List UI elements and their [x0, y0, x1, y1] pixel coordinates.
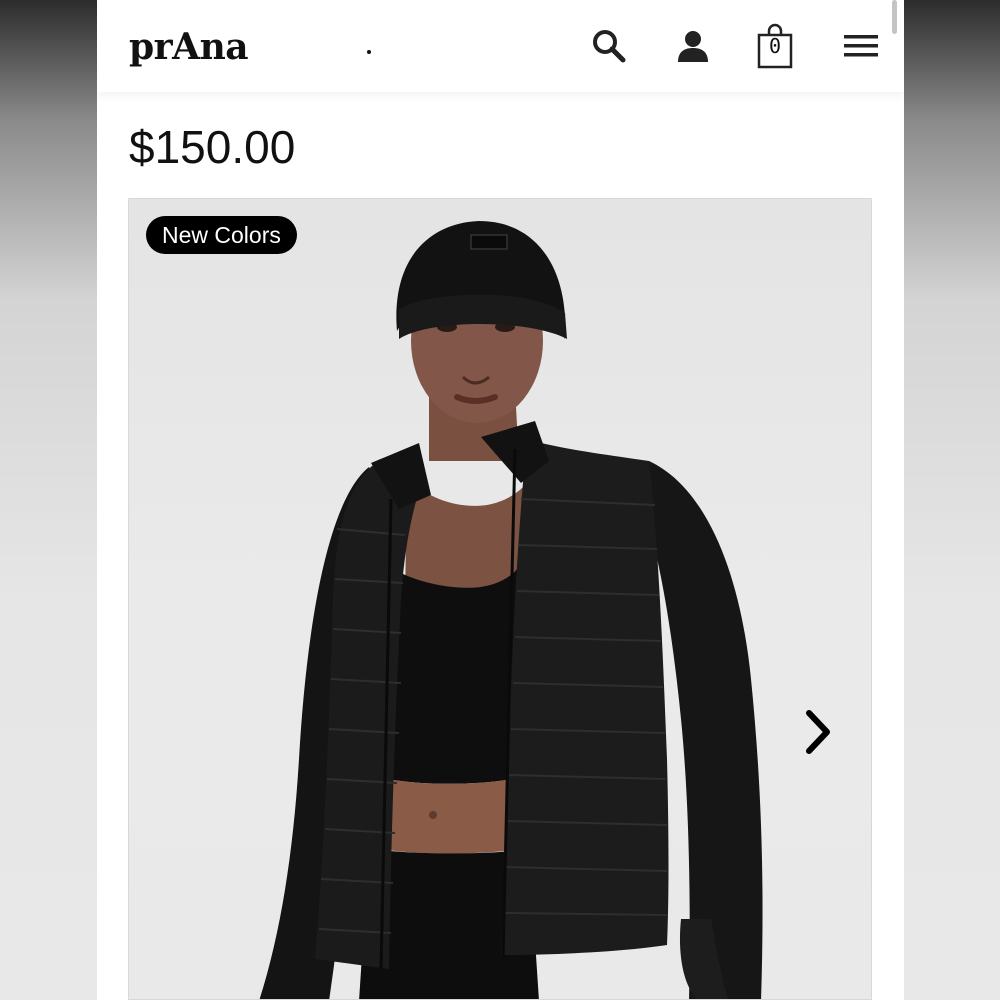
account-icon — [678, 31, 708, 62]
menu-icon — [844, 35, 878, 57]
new-colors-badge: New Colors — [146, 216, 297, 254]
product-page: prAna 0 $150.00 New Colors — [97, 0, 904, 1000]
site-header: prAna 0 — [97, 0, 904, 92]
search-icon — [593, 30, 626, 63]
product-price: $150.00 — [129, 121, 296, 173]
scrollbar-thumb[interactable] — [892, 0, 897, 34]
product-image[interactable]: New Colors — [128, 198, 872, 1000]
logo-registered-dot — [367, 50, 371, 54]
account-button[interactable] — [671, 22, 715, 70]
brand-logo[interactable]: prAna — [129, 26, 249, 68]
cart-button[interactable]: 0 — [753, 22, 797, 70]
chevron-right-icon[interactable] — [801, 707, 837, 757]
model-photo — [259, 221, 763, 999]
cart-count: 0 — [768, 34, 782, 58]
search-button[interactable] — [587, 22, 631, 70]
menu-button[interactable] — [839, 22, 883, 70]
